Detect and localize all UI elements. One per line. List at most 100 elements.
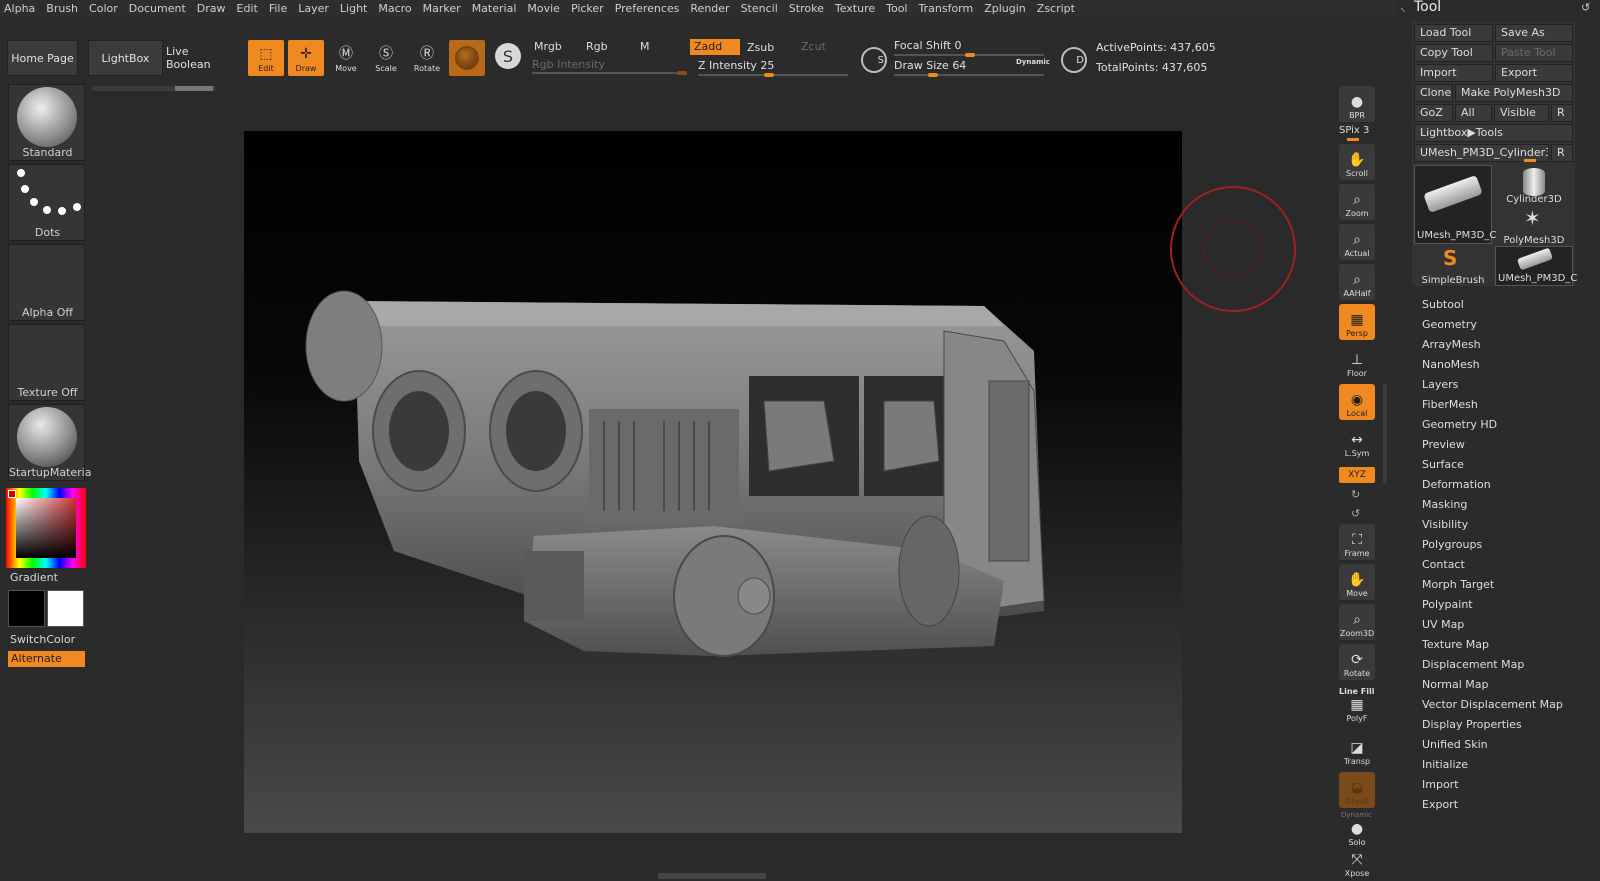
d-pressure-button[interactable]: D [1056, 42, 1092, 78]
persp-button[interactable]: ▦ Persp [1339, 304, 1375, 340]
switch-color-button[interactable]: SwitchColor [10, 633, 75, 646]
menu-brush[interactable]: Brush [46, 2, 78, 15]
brush-thumbnail[interactable]: Standard [8, 84, 85, 161]
move-view-button[interactable]: ✋ Move [1339, 564, 1375, 600]
lightbox-button[interactable]: LightBox [88, 40, 163, 76]
tool-thumb-umesh-2[interactable]: UMesh_PM3D_C [1495, 246, 1577, 286]
menu-transform[interactable]: Transform [919, 2, 974, 15]
m-button[interactable]: M [636, 39, 686, 55]
xpose-button[interactable]: ⤧ Xpose [1339, 852, 1375, 880]
rgb-intensity-slider[interactable] [532, 72, 687, 74]
section-preview[interactable]: Preview [1422, 438, 1465, 451]
s-pressure-button[interactable]: S [856, 42, 892, 78]
material-swatch-button[interactable] [449, 40, 485, 76]
tool-pin-icon[interactable]: ⸜ [1400, 0, 1406, 15]
section-masking[interactable]: Masking [1422, 498, 1467, 511]
section-arraymesh[interactable]: ArrayMesh [1422, 338, 1481, 351]
menu-alpha[interactable]: Alpha [4, 2, 35, 15]
section-initialize[interactable]: Initialize [1422, 758, 1468, 771]
import-button[interactable]: Import [1414, 64, 1493, 82]
tray-divider[interactable] [1383, 384, 1387, 484]
home-page-button[interactable]: Home Page [7, 40, 78, 76]
floor-button[interactable]: ⊥ Floor [1339, 344, 1375, 380]
section-surface[interactable]: Surface [1422, 458, 1464, 471]
aahalf-button[interactable]: ⌕ AAHalf [1339, 264, 1375, 300]
scroll-button[interactable]: ✋ Scroll [1339, 144, 1375, 180]
current-tool-r-button[interactable]: R [1551, 144, 1573, 162]
menu-picker[interactable]: Picker [571, 2, 604, 15]
section-display-properties[interactable]: Display Properties [1422, 718, 1522, 731]
section-layers[interactable]: Layers [1422, 378, 1458, 391]
bpr-button[interactable]: ● BPR [1339, 86, 1375, 122]
section-export[interactable]: Export [1422, 798, 1458, 811]
transp-button[interactable]: ◪ Transp [1339, 732, 1375, 768]
actual-button[interactable]: ⌕ Actual [1339, 224, 1375, 260]
zadd-button[interactable]: Zadd [690, 39, 740, 55]
load-tool-button[interactable]: Load Tool [1414, 24, 1493, 42]
zoom3d-button[interactable]: ⌕ Zoom3D [1339, 604, 1375, 640]
bottom-shelf-toggle[interactable] [658, 873, 766, 879]
menu-layer[interactable]: Layer [298, 2, 329, 15]
secondary-color-swatch[interactable] [8, 590, 45, 627]
menu-zscript[interactable]: Zscript [1037, 2, 1075, 15]
menu-zplugin[interactable]: Zplugin [984, 2, 1026, 15]
xyz-button[interactable]: XYZ [1339, 467, 1375, 483]
draw-size-slider[interactable] [894, 74, 1044, 76]
menu-draw[interactable]: Draw [197, 2, 226, 15]
rotate-view-button[interactable]: ⟳ Rotate [1339, 644, 1375, 680]
tool-panel-reset-icon[interactable]: ↺ [1581, 1, 1590, 14]
export-button[interactable]: Export [1495, 64, 1573, 82]
zoom-button[interactable]: ⌕ Zoom [1339, 184, 1375, 220]
paste-tool-button[interactable]: Paste Tool [1495, 44, 1573, 62]
tool-thumb-cylinder[interactable]: Cylinder3D [1495, 165, 1573, 205]
draw-size-knob[interactable] [928, 73, 938, 77]
scale-button[interactable]: Ⓢ Scale [368, 40, 404, 76]
color-saturation-square[interactable] [16, 498, 76, 558]
texture-thumbnail[interactable]: Texture Off [8, 324, 85, 401]
goz-visible-button[interactable]: Visible [1494, 104, 1549, 122]
canvas[interactable] [244, 131, 1182, 833]
section-normal-map[interactable]: Normal Map [1422, 678, 1489, 691]
frame-button[interactable]: ⛶ Frame [1339, 524, 1375, 560]
tool-thumb-polymesh[interactable]: ✶ PolyMesh3D [1495, 206, 1573, 246]
menu-tool[interactable]: Tool [886, 2, 907, 15]
goz-r-button[interactable]: R [1551, 104, 1573, 122]
current-tool-knob[interactable] [1524, 159, 1536, 162]
section-vector-displacement-map[interactable]: Vector Displacement Map [1422, 698, 1563, 711]
alternate-button[interactable]: Alternate [8, 651, 85, 667]
copy-tool-button[interactable]: Copy Tool [1414, 44, 1493, 62]
polyf-button[interactable]: ▦ PolyF [1339, 697, 1375, 725]
menu-stroke[interactable]: Stroke [789, 2, 824, 15]
goz-all-button[interactable]: All [1455, 104, 1492, 122]
rotate-button[interactable]: Ⓡ Rotate [409, 40, 445, 76]
alpha-thumbnail[interactable]: Alpha Off [8, 244, 85, 321]
section-geometry-hd[interactable]: Geometry HD [1422, 418, 1497, 431]
menu-marker[interactable]: Marker [423, 2, 461, 15]
save-as-button[interactable]: Save As [1495, 24, 1573, 42]
rotate-z-icon[interactable]: ↺ [1351, 507, 1360, 520]
rgb-button[interactable]: Rgb [582, 39, 632, 55]
section-visibility[interactable]: Visibility [1422, 518, 1468, 531]
menu-texture[interactable]: Texture [835, 2, 875, 15]
menu-document[interactable]: Document [129, 2, 186, 15]
section-fibermesh[interactable]: FiberMesh [1422, 398, 1478, 411]
section-texture-map[interactable]: Texture Map [1422, 638, 1489, 651]
section-uv-map[interactable]: UV Map [1422, 618, 1464, 631]
edit-button[interactable]: ⬚ Edit [248, 40, 284, 76]
menu-movie[interactable]: Movie [527, 2, 560, 15]
spix-knob[interactable] [1347, 138, 1359, 141]
rgb-intensity-knob[interactable] [677, 71, 687, 75]
section-polygroups[interactable]: Polygroups [1422, 538, 1482, 551]
section-import[interactable]: Import [1422, 778, 1459, 791]
section-nanomesh[interactable]: NanoMesh [1422, 358, 1480, 371]
section-contact[interactable]: Contact [1422, 558, 1465, 571]
goz-button[interactable]: GoZ [1414, 104, 1453, 122]
gradient-label[interactable]: Gradient [10, 571, 58, 584]
local-button[interactable]: ◉ Local [1339, 384, 1375, 420]
menu-light[interactable]: Light [340, 2, 367, 15]
lightbox-tools-button[interactable]: Lightbox▶Tools [1414, 124, 1573, 142]
draw-button[interactable]: ✛ Draw [288, 40, 324, 76]
section-polypaint[interactable]: Polypaint [1422, 598, 1473, 611]
make-polymesh-button[interactable]: Make PolyMesh3D [1455, 84, 1573, 102]
menu-macro[interactable]: Macro [378, 2, 411, 15]
